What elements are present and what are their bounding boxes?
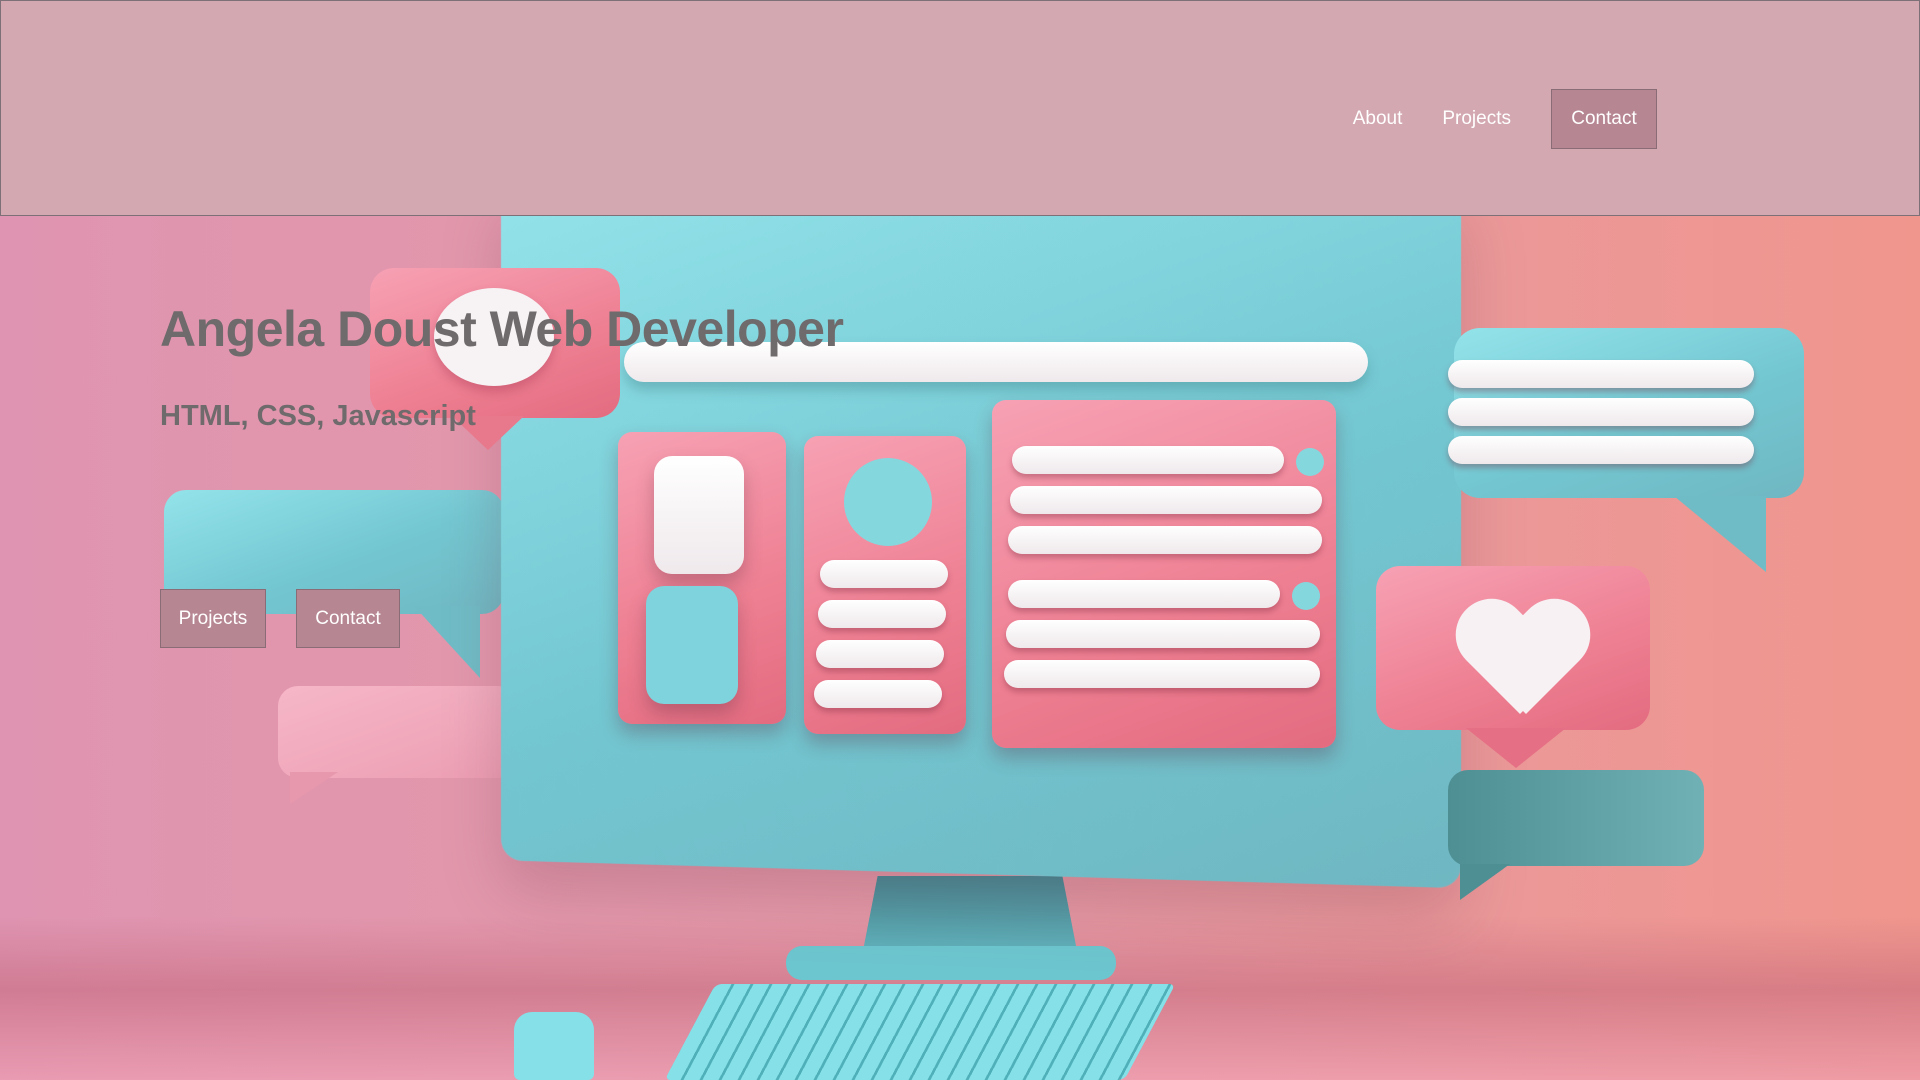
main-nav: About Projects Contact xyxy=(1353,89,1657,149)
hero-text: Angela Doust Web Developer HTML, CSS, Ja… xyxy=(160,300,843,433)
avatar-circle xyxy=(844,458,932,546)
ui-line xyxy=(1448,436,1754,464)
site-header: About Projects Contact xyxy=(0,0,1920,216)
ui-line xyxy=(1008,580,1280,608)
hero-contact-button[interactable]: Contact xyxy=(296,589,400,648)
ui-line xyxy=(816,640,944,668)
chat-bubble-tail xyxy=(290,772,338,804)
ui-line xyxy=(1008,526,1322,554)
chat-bubble-tail xyxy=(1466,728,1566,768)
hero-projects-button[interactable]: Projects xyxy=(160,589,266,648)
chat-bubble-tail xyxy=(414,606,480,678)
chat-bubble-tail xyxy=(1460,864,1510,900)
ui-dot xyxy=(1296,448,1324,476)
chat-bubble-right-dark-teal xyxy=(1448,770,1704,866)
hero-subtitle: HTML, CSS, Javascript xyxy=(160,400,843,433)
ui-line xyxy=(1448,360,1754,388)
ui-line xyxy=(1012,446,1284,474)
nav-link-about[interactable]: About xyxy=(1353,108,1403,130)
ui-line xyxy=(814,680,942,708)
keyboard-shape xyxy=(664,984,1175,1080)
mouse-shape xyxy=(514,1012,594,1080)
ui-card-image xyxy=(654,456,744,574)
ui-dot xyxy=(1292,582,1320,610)
hero-actions: Projects Contact xyxy=(160,589,400,648)
chat-bubble-tail xyxy=(1674,496,1766,572)
ui-line xyxy=(1004,660,1320,688)
nav-contact-button[interactable]: Contact xyxy=(1551,89,1657,149)
ui-line xyxy=(818,600,946,628)
ui-card-image xyxy=(646,586,738,704)
chat-bubble-left-pink xyxy=(278,686,518,778)
ui-line xyxy=(1448,398,1754,426)
monitor-base xyxy=(786,946,1116,980)
nav-link-projects[interactable]: Projects xyxy=(1442,108,1511,130)
ui-line xyxy=(1006,620,1320,648)
heart-icon xyxy=(1454,602,1586,722)
ui-line xyxy=(1010,486,1322,514)
ui-line xyxy=(820,560,948,588)
hero-title: Angela Doust Web Developer xyxy=(160,300,843,358)
